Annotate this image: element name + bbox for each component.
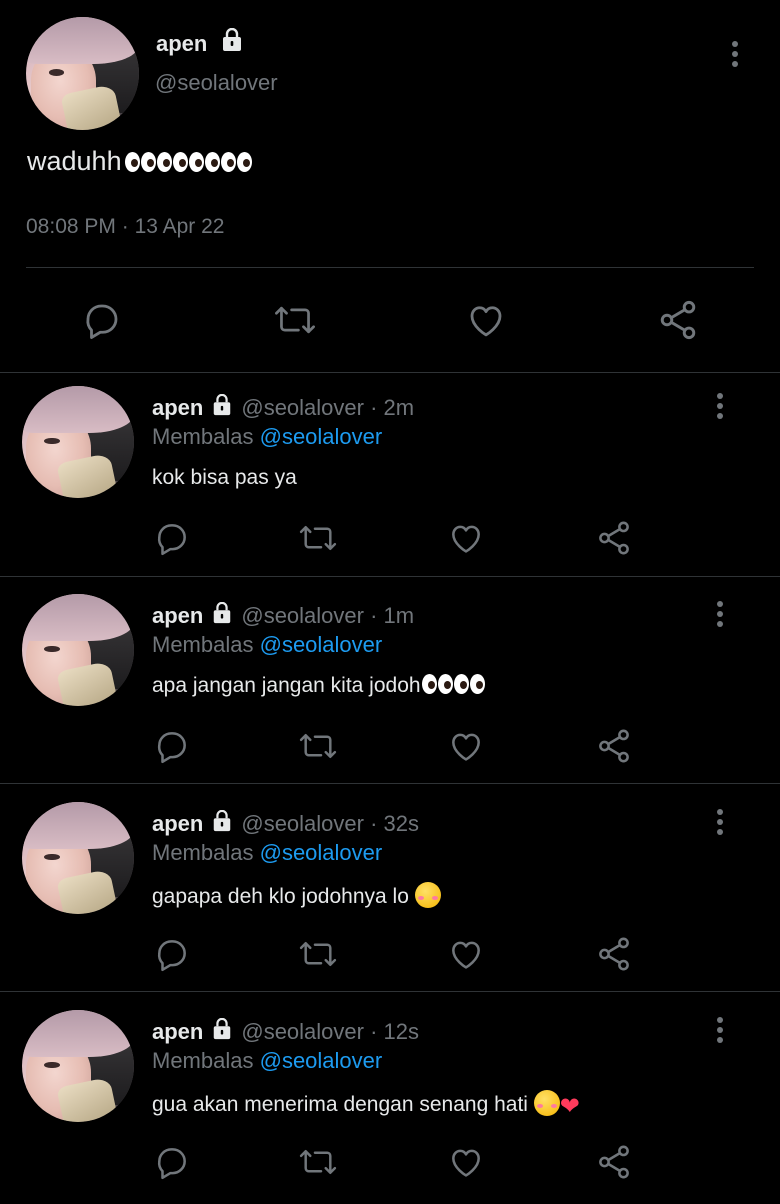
author-name[interactable]: apen <box>152 1019 203 1044</box>
avatar[interactable] <box>22 1010 134 1122</box>
heart-icon[interactable] <box>464 298 508 342</box>
reply-text: gapapa deh klo jodohnya lo <box>152 882 441 909</box>
mention-link[interactable]: @seolalover <box>260 840 383 865</box>
retweet-icon[interactable] <box>298 726 338 766</box>
more-vertical-icon[interactable] <box>712 392 728 427</box>
author-name[interactable]: apen <box>156 31 207 57</box>
divider <box>0 991 780 992</box>
author-handle[interactable]: @seolalover <box>241 395 364 420</box>
comment-icon[interactable] <box>152 1142 192 1182</box>
replying-to: Membalas @seolalover <box>152 424 383 449</box>
reply-text: kok bisa pas ya <box>152 466 297 489</box>
reply-time: · 32s <box>370 811 420 836</box>
retweet-icon[interactable] <box>273 298 317 342</box>
lock-icon <box>211 601 233 630</box>
reply-tweet[interactable]: apen @seolalover · 1m Membalas @seolalove… <box>0 582 780 788</box>
more-vertical-icon[interactable] <box>712 1016 728 1051</box>
reply-text: apa jangan jangan kita jodoh <box>152 674 485 698</box>
reply-time: · 1m <box>370 603 415 628</box>
avatar[interactable] <box>22 386 134 498</box>
replying-to: Membalas @seolalover <box>152 1048 383 1073</box>
reply-tweet[interactable]: apen @seolalover · 2m Membalas @seolalove… <box>0 374 780 580</box>
avatar[interactable] <box>22 594 134 706</box>
author-handle[interactable]: @seolalover <box>241 811 364 836</box>
eyes-emoji <box>124 146 252 176</box>
divider <box>0 576 780 577</box>
avatar[interactable] <box>26 17 139 130</box>
divider <box>26 267 754 268</box>
tweet-timestamp: 08:08 PM · 13 Apr 22 <box>26 215 225 238</box>
comment-icon[interactable] <box>80 298 124 342</box>
retweet-icon[interactable] <box>298 1142 338 1182</box>
share-icon[interactable] <box>594 1142 634 1182</box>
share-icon[interactable] <box>594 518 634 558</box>
reply-header: apen @seolalover · 32s <box>152 809 420 838</box>
author-handle[interactable]: @seolalover <box>155 70 278 96</box>
replying-to: Membalas @seolalover <box>152 632 383 657</box>
smiling-face-with-hearts-emoji <box>533 1090 560 1116</box>
comment-icon[interactable] <box>152 726 192 766</box>
author-name[interactable]: apen <box>152 395 203 420</box>
replying-to: Membalas @seolalover <box>152 840 383 865</box>
more-vertical-icon[interactable] <box>727 40 743 75</box>
heart-icon[interactable] <box>446 934 486 974</box>
divider <box>0 372 780 373</box>
reply-header: apen @seolalover · 1m <box>152 601 415 630</box>
share-icon[interactable] <box>594 934 634 974</box>
reply-time: · 2m <box>370 395 415 420</box>
retweet-icon[interactable] <box>298 934 338 974</box>
reply-header: apen @seolalover · 2m <box>152 393 415 422</box>
avatar[interactable] <box>22 802 134 914</box>
more-vertical-icon[interactable] <box>712 600 728 635</box>
share-icon[interactable] <box>656 298 700 342</box>
mention-link[interactable]: @seolalover <box>260 424 383 449</box>
more-vertical-icon[interactable] <box>712 808 728 843</box>
lock-icon <box>211 1017 233 1046</box>
author-handle[interactable]: @seolalover <box>241 1019 364 1044</box>
share-icon[interactable] <box>594 726 634 766</box>
mention-link[interactable]: @seolalover <box>260 632 383 657</box>
reply-text: gua akan menerima dengan senang hati ❤ <box>152 1090 580 1119</box>
reply-time: · 12s <box>370 1019 420 1044</box>
comment-icon[interactable] <box>152 518 192 558</box>
heart-on-fire-emoji: ❤ <box>559 1093 580 1120</box>
heart-icon[interactable] <box>446 726 486 766</box>
main-tweet: apen @seolalover waduhh 08:08 PM · 13 Ap… <box>0 0 780 372</box>
author-handle[interactable]: @seolalover <box>241 603 364 628</box>
author-name[interactable]: apen <box>152 603 203 628</box>
eyes-emoji <box>421 674 485 697</box>
heart-icon[interactable] <box>446 1142 486 1182</box>
heart-icon[interactable] <box>446 518 486 558</box>
lock-icon <box>211 393 233 422</box>
comment-icon[interactable] <box>152 934 192 974</box>
tweet-text: waduhh <box>27 146 252 177</box>
smiling-face-with-hearts-emoji <box>414 882 441 908</box>
lock-icon <box>211 809 233 838</box>
reply-tweet[interactable]: apen @seolalover · 12s Membalas @seolalov… <box>0 998 780 1204</box>
lock-icon <box>220 27 244 57</box>
reply-header: apen @seolalover · 12s <box>152 1017 420 1046</box>
divider <box>0 783 780 784</box>
author-name[interactable]: apen <box>152 811 203 836</box>
mention-link[interactable]: @seolalover <box>260 1048 383 1073</box>
retweet-icon[interactable] <box>298 518 338 558</box>
reply-tweet[interactable]: apen @seolalover · 32s Membalas @seolalov… <box>0 790 780 996</box>
